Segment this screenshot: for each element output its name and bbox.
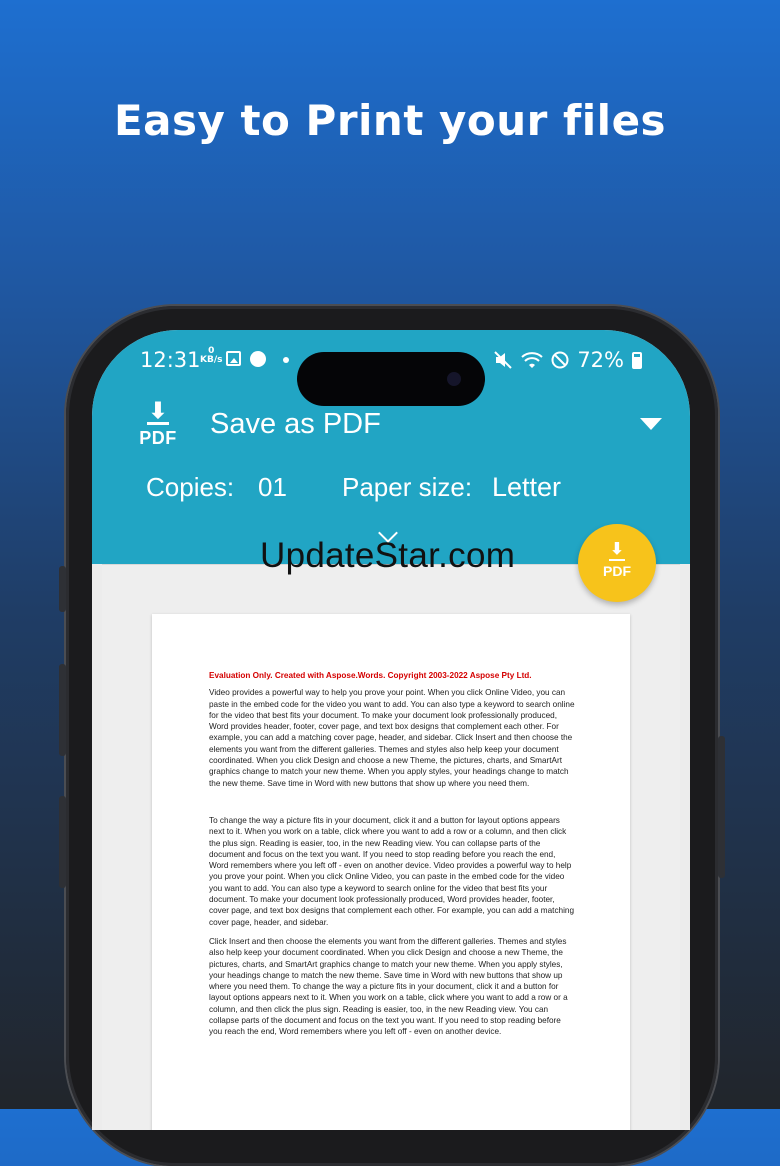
headline: Easy to Print your files xyxy=(113,96,667,145)
status-right-group: 72% xyxy=(493,348,642,372)
evaluation-notice: Evaluation Only. Created with Aspose.Wor… xyxy=(209,671,532,680)
document-page-preview: Evaluation Only. Created with Aspose.Wor… xyxy=(152,614,630,1130)
phone-screen: 12:31 0 KB/s 72% ⬇ PDF Save as PDF Copie… xyxy=(92,330,690,1130)
copies-input[interactable]: 01 xyxy=(258,472,287,503)
document-paragraph: Click Insert and then choose the element… xyxy=(209,936,568,1037)
download-arrow-icon: ⬇ xyxy=(148,398,168,423)
dropdown-caret-icon[interactable] xyxy=(640,418,662,430)
watermark-text: UpdateStar.com xyxy=(260,536,516,575)
copies-label: Copies: xyxy=(146,472,235,502)
more-notifications-icon xyxy=(283,357,289,363)
do-not-disturb-icon xyxy=(551,351,569,369)
battery-icon xyxy=(632,351,642,369)
battery-percent: 72% xyxy=(577,348,624,372)
fab-label: PDF xyxy=(603,563,631,579)
status-time: 12:31 xyxy=(140,348,201,372)
paper-size-label: Paper size: xyxy=(342,472,473,502)
phone-side-button-right xyxy=(718,736,725,878)
pdf-icon-label: PDF xyxy=(139,428,177,448)
mute-icon xyxy=(494,351,513,369)
wifi-icon xyxy=(521,352,543,368)
fab-download-arrow-icon: ⬇ xyxy=(610,541,624,558)
network-speed: 0 KB/s xyxy=(200,347,222,365)
phone-side-button-left-2 xyxy=(59,664,66,756)
document-paragraph: Video provides a powerful way to help yo… xyxy=(209,688,575,788)
dynamic-island xyxy=(297,352,485,406)
gallery-notification-icon xyxy=(226,351,241,366)
pdf-download-icon: ⬇ PDF xyxy=(136,400,180,449)
front-camera-icon xyxy=(447,372,461,386)
network-speed-unit: KB/s xyxy=(200,355,223,365)
phone-side-button-left-3 xyxy=(59,796,66,888)
phone-side-button-left-1 xyxy=(59,566,66,612)
document-paragraph: To change the way a picture fits in your… xyxy=(209,815,575,927)
document-content: Evaluation Only. Created with Aspose.Wor… xyxy=(209,670,575,1046)
paper-size-select[interactable]: Letter xyxy=(492,472,561,503)
download-pdf-button[interactable]: ⬇ PDF xyxy=(578,524,656,602)
printer-destination-select[interactable]: Save as PDF xyxy=(210,408,381,441)
notification-dot-icon xyxy=(250,351,266,367)
